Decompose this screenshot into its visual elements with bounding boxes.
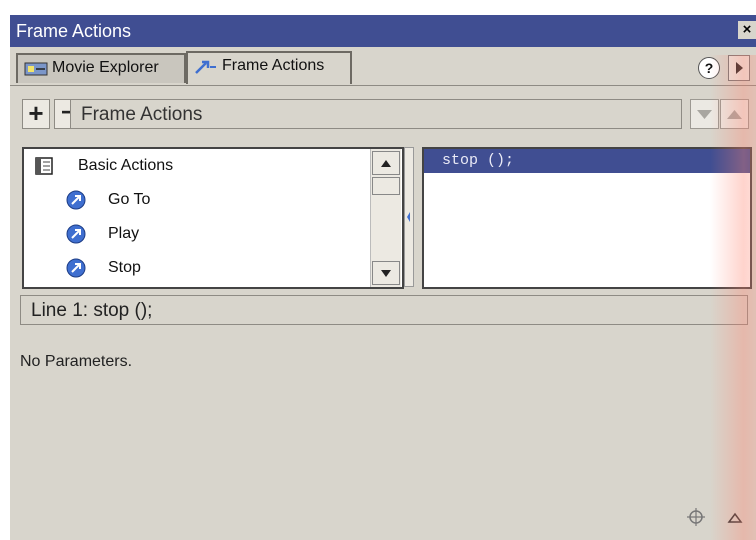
- tab-label: Frame Actions: [222, 57, 325, 74]
- help-icon[interactable]: ?: [698, 57, 720, 79]
- tab-movie-explorer[interactable]: Movie Explorer: [16, 53, 186, 83]
- tree-item-stop[interactable]: Stop: [64, 253, 364, 283]
- book-icon: [35, 157, 53, 175]
- scroll-down-button[interactable]: [372, 261, 400, 285]
- parameters-text: No Parameters.: [20, 353, 133, 370]
- frame-actions-window: Frame Actions × Movie Explorer Frame Act…: [10, 15, 756, 540]
- action-arrow-icon: [66, 190, 86, 210]
- scroll-up-button[interactable]: [372, 151, 400, 175]
- line-status-field: Line 1: stop ();: [20, 295, 748, 325]
- move-up-button[interactable]: [720, 99, 749, 129]
- arrow-up-icon: [381, 160, 391, 167]
- triangle-right-icon: [736, 62, 743, 74]
- tree-item-play[interactable]: Play: [64, 219, 364, 249]
- tab-label: Movie Explorer: [52, 59, 159, 76]
- action-arrow-icon: [66, 224, 86, 244]
- frame-actions-icon: [195, 60, 216, 74]
- collapse-left-icon: [407, 212, 410, 222]
- frame-label-field: Frame Actions: [70, 99, 682, 129]
- collapse-parameters-icon[interactable]: [726, 511, 744, 525]
- actions-toolbox: Basic Actions Go To Play Stop: [22, 147, 404, 289]
- action-arrow-icon: [66, 258, 86, 278]
- target-icon[interactable]: [686, 507, 706, 527]
- movie-explorer-icon: [24, 62, 48, 76]
- scroll-thumb[interactable]: [372, 177, 400, 195]
- chevron-down-icon: [697, 110, 712, 119]
- close-button[interactable]: ×: [738, 21, 756, 39]
- title-bar[interactable]: Frame Actions ×: [10, 15, 756, 47]
- script-pane[interactable]: stop ();: [422, 147, 752, 289]
- toolbox-scrollbar[interactable]: [370, 149, 401, 287]
- chevron-up-icon: [727, 110, 742, 119]
- move-down-button[interactable]: [690, 99, 719, 129]
- panel-menu-arrow-icon[interactable]: [728, 55, 750, 81]
- script-line-selected[interactable]: stop ();: [424, 149, 750, 173]
- window-title: Frame Actions: [16, 21, 132, 41]
- pane-splitter[interactable]: [404, 147, 414, 287]
- arrow-down-icon: [381, 270, 391, 277]
- tree-item-label: Stop: [108, 259, 141, 276]
- tab-frame-actions[interactable]: Frame Actions: [186, 51, 352, 84]
- tab-strip: Movie Explorer Frame Actions ?: [10, 47, 756, 86]
- add-action-button[interactable]: +: [22, 99, 50, 129]
- tree-item-label: Go To: [108, 191, 151, 208]
- tree-item-label: Play: [108, 225, 140, 242]
- tree-item-go-to[interactable]: Go To: [64, 185, 364, 215]
- tree-category-basic-actions[interactable]: Basic Actions: [24, 151, 364, 181]
- category-label: Basic Actions: [78, 157, 174, 174]
